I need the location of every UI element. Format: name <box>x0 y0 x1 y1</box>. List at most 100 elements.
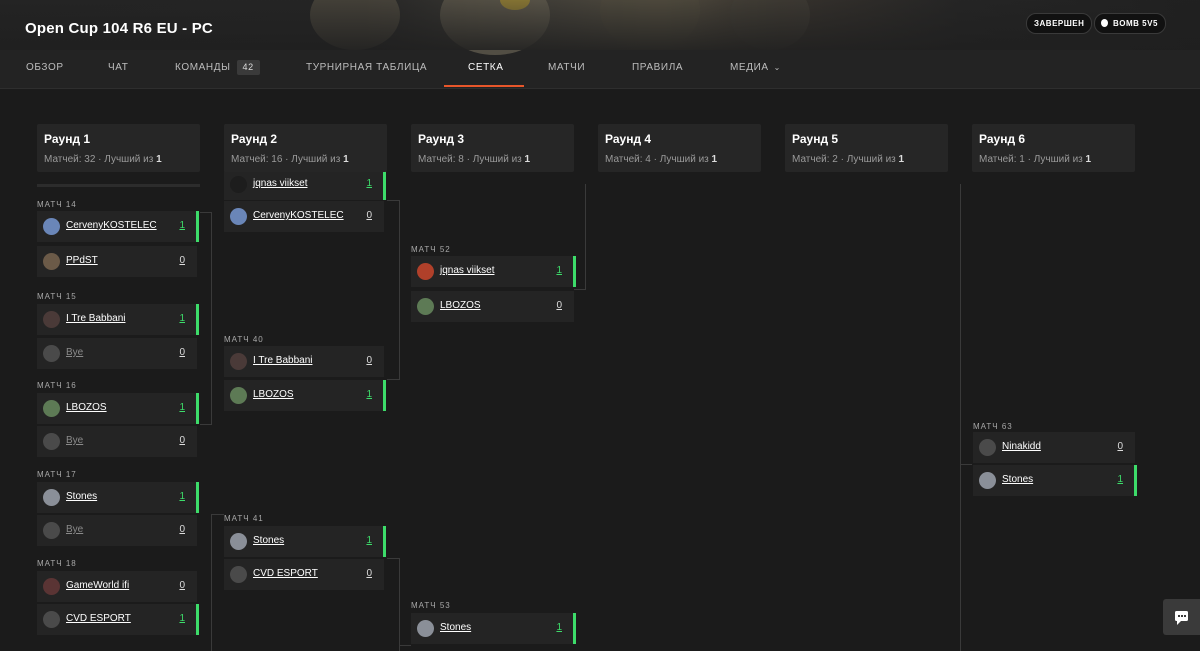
match-team-slot[interactable]: jqnas viikset 1 <box>224 169 386 201</box>
team-avatar <box>230 387 247 404</box>
round-subtitle: Матчей: 8 · Лучший из 1 <box>418 154 530 165</box>
team-name-link[interactable]: I Tre Babbani <box>66 313 125 324</box>
team-score: 1 <box>179 491 185 502</box>
round-subtitle: Матчей: 2 · Лучший из 1 <box>792 154 904 165</box>
tab-overview[interactable]: ОБЗОР <box>26 50 64 86</box>
match-team-slot[interactable]: CervenyKOSTELEC 1 <box>37 211 199 243</box>
round-header-4: Раунд 4 Матчей: 4 · Лучший из 1 <box>598 124 761 172</box>
match-team-slot[interactable]: CVD ESPORT 0 <box>224 559 384 591</box>
team-name-link[interactable]: I Tre Babbani <box>253 355 312 366</box>
team-name-link[interactable]: LBOZOS <box>440 300 481 311</box>
team-score: 0 <box>179 255 185 266</box>
match-team-slot[interactable]: Stones 1 <box>224 526 386 558</box>
tab-media[interactable]: МЕДИА ⌄ <box>730 50 781 86</box>
team-score: 1 <box>556 265 562 276</box>
team-score: 0 <box>179 347 185 358</box>
team-score: 1 <box>179 313 185 324</box>
round-subtitle: Матчей: 32 · Лучший из 1 <box>44 154 162 165</box>
winner-indicator <box>383 526 386 557</box>
match-team-slot[interactable]: I Tre Babbani 0 <box>224 346 384 378</box>
tab-media-label: МЕДИА <box>730 62 769 73</box>
team-avatar <box>43 218 60 235</box>
winner-indicator <box>573 256 576 287</box>
round-title: Раунд 5 <box>792 132 839 146</box>
match-team-slot[interactable]: Stones 1 <box>973 465 1137 497</box>
team-score: 0 <box>556 300 562 311</box>
team-name-link[interactable]: CervenyKOSTELEC <box>66 220 157 231</box>
user-placeholder-icon <box>230 566 247 583</box>
chat-bubble-icon <box>1175 611 1188 625</box>
team-avatar <box>417 298 434 315</box>
team-name-link[interactable]: Ninakidd <box>1002 441 1041 452</box>
match-team-slot[interactable]: Bye 0 <box>37 426 197 458</box>
user-placeholder-icon <box>43 522 60 539</box>
team-name-link[interactable]: jqnas viikset <box>440 265 494 276</box>
match-label: МАТЧ 16 <box>37 381 77 390</box>
round-best-of: 1 <box>898 154 905 165</box>
team-name-link[interactable]: PPdST <box>66 255 98 266</box>
round-matches-info: Матчей: 2 · Лучший из <box>792 154 899 165</box>
team-avatar <box>43 400 60 417</box>
round-matches-info: Матчей: 32 · Лучший из <box>44 154 157 165</box>
bracket-connector <box>212 514 224 515</box>
round-matches-info: Матчей: 16 · Лучший из <box>231 154 344 165</box>
team-name-link[interactable]: CVD ESPORT <box>253 568 318 579</box>
match-team-slot[interactable]: GameWorld ifi 0 <box>37 571 197 603</box>
match-team-slot[interactable]: Stones 1 <box>411 613 576 645</box>
team-avatar <box>43 311 60 328</box>
team-avatar <box>230 353 247 370</box>
tab-bracket[interactable]: СЕТКА <box>468 50 504 86</box>
match-team-slot[interactable]: PPdST 0 <box>37 246 197 278</box>
team-name-link[interactable]: LBOZOS <box>253 389 294 400</box>
match-label: МАТЧ 41 <box>224 514 264 523</box>
round-matches-info: Матчей: 1 · Лучший из <box>979 154 1086 165</box>
team-avatar <box>979 472 996 489</box>
team-avatar <box>417 620 434 637</box>
match-team-slot[interactable]: jqnas viikset 1 <box>411 256 576 288</box>
match-team-slot[interactable]: Bye 0 <box>37 515 197 547</box>
round-best-of: 1 <box>343 154 349 165</box>
match-team-slot[interactable]: CVD ESPORT 1 <box>37 604 199 636</box>
team-score: 0 <box>366 355 372 366</box>
match-label: МАТЧ 40 <box>224 335 264 344</box>
team-name-link[interactable]: Stones <box>66 491 97 502</box>
match-team-slot[interactable]: LBOZOS 1 <box>224 380 386 412</box>
match-team-slot[interactable]: Ninakidd 0 <box>973 432 1135 464</box>
round-best-of: 1 <box>524 154 531 165</box>
team-name-link[interactable]: Bye <box>66 435 83 446</box>
team-name-link[interactable]: Bye <box>66 524 83 535</box>
team-name-link[interactable]: Stones <box>253 535 284 546</box>
match-team-slot[interactable]: LBOZOS 0 <box>411 291 574 323</box>
team-name-link[interactable]: Stones <box>1002 474 1033 485</box>
team-name-link[interactable]: Bye <box>66 347 83 358</box>
winner-indicator <box>573 613 576 644</box>
team-name-link[interactable]: CervenyKOSTELEC <box>253 210 344 221</box>
chat-button[interactable] <box>1163 599 1200 635</box>
tab-rules[interactable]: ПРАВИЛА <box>632 50 683 86</box>
team-name-link[interactable]: CVD ESPORT <box>66 613 131 624</box>
round-best-of: 1 <box>711 154 718 165</box>
match-team-slot[interactable]: Stones 1 <box>37 482 199 514</box>
match-team-slot[interactable]: I Tre Babbani 1 <box>37 304 199 336</box>
match-team-slot[interactable]: Bye 0 <box>37 338 197 370</box>
team-name-link[interactable]: LBOZOS <box>66 402 107 413</box>
team-name-link[interactable]: GameWorld ifi <box>66 580 129 591</box>
bracket-connector <box>211 514 212 651</box>
tab-chat[interactable]: ЧАТ <box>108 50 128 86</box>
tab-teams[interactable]: КОМАНДЫ 42 <box>175 50 260 86</box>
match-team-slot[interactable]: LBOZOS 1 <box>37 393 199 425</box>
match-team-slot[interactable]: CervenyKOSTELEC 0 <box>224 201 384 233</box>
round-header-3: Раунд 3 Матчей: 8 · Лучший из 1 <box>411 124 574 172</box>
team-name-link[interactable]: Stones <box>440 622 471 633</box>
user-placeholder-icon <box>979 439 996 456</box>
teams-count-badge: 42 <box>236 60 260 75</box>
tab-matches[interactable]: МАТЧИ <box>548 50 585 86</box>
team-avatar <box>43 489 60 506</box>
team-name-link[interactable]: jqnas viikset <box>253 178 307 189</box>
round-subtitle: Матчей: 1 · Лучший из 1 <box>979 154 1091 165</box>
tab-standings[interactable]: ТУРНИРНАЯ ТАБЛИЦА <box>306 50 427 86</box>
match-label: МАТЧ 53 <box>411 601 451 610</box>
match-label: МАТЧ 14 <box>37 200 77 209</box>
user-placeholder-icon <box>43 433 60 450</box>
round-matches-info: Матчей: 8 · Лучший из <box>418 154 525 165</box>
